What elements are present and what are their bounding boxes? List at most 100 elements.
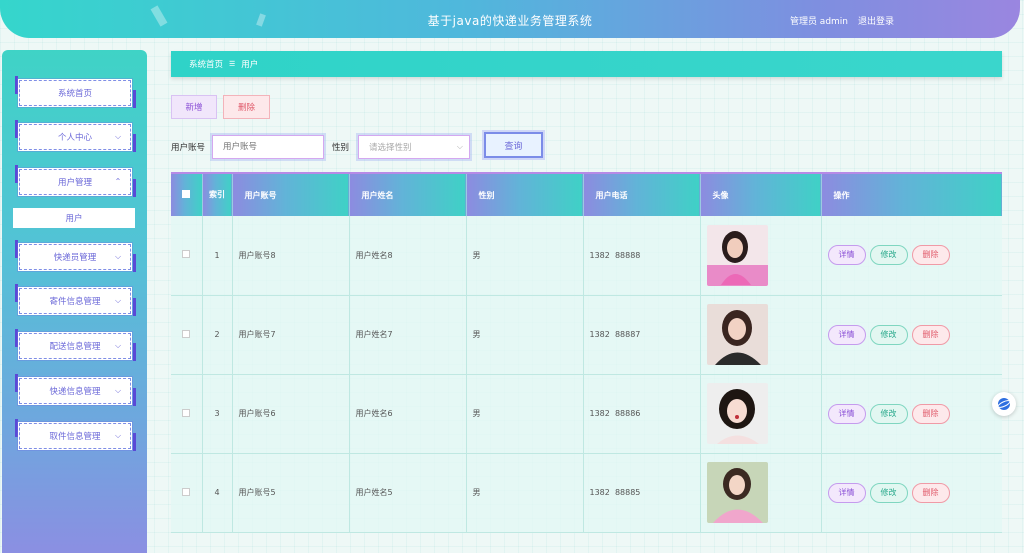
edit-button[interactable]: 修改 xyxy=(869,482,908,503)
table-row: 3 用户账号6 用户姓名6 男 1382 88886 详情 修改 删除 xyxy=(171,374,1002,454)
sidebar-item-courier-management[interactable]: 快递员管理 ⌵ xyxy=(15,238,136,274)
user-table: 索引 用户账号 用户姓名 性别 用户电话 头像 操作 1 用户账号8 用户姓名8… xyxy=(171,172,1002,553)
cell-gender: 男 xyxy=(466,295,584,375)
delete-button[interactable]: 删除 xyxy=(223,95,270,119)
decor-bar xyxy=(133,254,136,272)
logout-link[interactable]: 退出登录 xyxy=(858,14,894,27)
decor-bar xyxy=(15,240,18,258)
breadcrumb-separator-icon: ☰ xyxy=(229,60,236,68)
row-delete-button[interactable]: 删除 xyxy=(911,482,950,503)
chevron-up-icon: ⌃ xyxy=(114,177,122,186)
sidebar-item-label: 寄件信息管理 xyxy=(49,297,101,307)
row-checkbox[interactable] xyxy=(182,408,191,417)
row-delete-button[interactable]: 删除 xyxy=(911,403,950,424)
sidebar-item-label: 快递员管理 xyxy=(53,253,97,263)
cell-actions: 详情 修改 删除 xyxy=(821,216,1002,296)
gender-select[interactable]: 请选择性别 ⌵ xyxy=(358,135,470,159)
cell-name: 用户姓名6 xyxy=(349,374,467,454)
table-row: 1 用户账号8 用户姓名8 男 1382 88888 详情 修改 删除 xyxy=(171,216,1002,296)
detail-button[interactable]: 详情 xyxy=(827,324,866,345)
cell-name: 用户姓名8 xyxy=(349,216,467,296)
detail-button[interactable]: 详情 xyxy=(827,245,866,266)
chevron-down-icon: ⌵ xyxy=(456,142,463,151)
decor-bar xyxy=(133,343,136,361)
column-header-actions: 操作 xyxy=(821,174,1002,216)
cell-account: 用户账号7 xyxy=(232,295,350,375)
sidebar-item-label: 系统首页 xyxy=(57,89,92,99)
gender-label: 性别 xyxy=(332,143,350,153)
sidebar-item-profile[interactable]: 个人中心 ⌵ xyxy=(15,118,136,154)
cell-gender: 男 xyxy=(466,453,584,533)
row-check-cell xyxy=(171,295,203,375)
detail-button[interactable]: 详情 xyxy=(827,403,866,424)
floating-help-button[interactable] xyxy=(992,392,1016,416)
query-button[interactable]: 查询 xyxy=(484,132,543,158)
cell-phone: 1382 88886 xyxy=(583,374,701,454)
row-checkbox[interactable] xyxy=(182,487,191,496)
decor-bar xyxy=(15,329,18,347)
cell-account: 用户账号6 xyxy=(232,374,350,454)
sidebar-item-home[interactable]: 系统首页 xyxy=(15,74,136,110)
cell-actions: 详情 修改 删除 xyxy=(821,295,1002,375)
app-header: 基于java的快递业务管理系统 管理员 admin 退出登录 xyxy=(0,0,1020,38)
add-button[interactable]: 新增 xyxy=(171,95,217,119)
decor-bar xyxy=(133,298,136,316)
row-check-cell xyxy=(171,216,203,296)
account-label: 用户账号 xyxy=(171,143,206,153)
avatar-image xyxy=(706,462,768,523)
cell-avatar xyxy=(700,295,822,375)
cell-phone: 1382 88885 xyxy=(583,453,701,533)
chevron-down-icon: ⌵ xyxy=(114,386,122,395)
edit-button[interactable]: 修改 xyxy=(869,245,908,266)
decor-bar xyxy=(133,433,136,451)
account-search-input[interactable] xyxy=(212,135,324,159)
row-check-cell xyxy=(171,374,203,454)
row-checkbox[interactable] xyxy=(182,329,191,338)
table-row: 4 用户账号5 用户姓名5 男 1382 88885 详情 修改 删除 xyxy=(171,453,1002,533)
cell-name: 用户姓名5 xyxy=(349,453,467,533)
sidebar-item-frame: 系统首页 xyxy=(18,79,132,107)
column-header-phone: 用户电话 xyxy=(583,174,701,216)
row-delete-button[interactable]: 删除 xyxy=(911,324,950,345)
column-header-avatar: 头像 xyxy=(700,174,822,216)
sidebar-item-express-management[interactable]: 快递信息管理 ⌵ xyxy=(15,372,136,408)
select-all-checkbox[interactable] xyxy=(182,190,191,198)
chevron-down-icon: ⌵ xyxy=(114,341,122,350)
breadcrumb: 系统首页 ☰ 用户 xyxy=(171,51,1002,77)
table-row: 2 用户账号7 用户姓名7 男 1382 88887 详情 修改 删除 xyxy=(171,295,1002,375)
decor-bar xyxy=(133,90,136,108)
decor-bar xyxy=(15,419,18,437)
row-checkbox[interactable] xyxy=(182,250,191,259)
breadcrumb-home[interactable]: 系统首页 xyxy=(189,58,223,70)
cell-phone: 1382 88888 xyxy=(583,216,701,296)
edit-button[interactable]: 修改 xyxy=(869,324,908,345)
sidebar-item-delivery-management[interactable]: 配送信息管理 ⌵ xyxy=(15,327,136,363)
cell-avatar xyxy=(700,216,822,296)
edit-button[interactable]: 修改 xyxy=(869,403,908,424)
sidebar-subitem-user[interactable]: 用户 xyxy=(13,208,135,228)
avatar-image xyxy=(706,383,768,444)
sidebar-item-label: 个人中心 xyxy=(57,133,92,143)
cell-account: 用户账号8 xyxy=(232,216,350,296)
sidebar-item-label: 用户管理 xyxy=(57,178,92,188)
sidebar-item-shipment-management[interactable]: 寄件信息管理 ⌵ xyxy=(15,282,136,318)
select-all-cell xyxy=(171,174,203,216)
cell-avatar xyxy=(700,374,822,454)
cell-avatar xyxy=(700,453,822,533)
decor-bar xyxy=(133,388,136,406)
decor-bar xyxy=(15,374,18,392)
decor-bar xyxy=(133,179,136,197)
row-delete-button[interactable]: 删除 xyxy=(911,245,950,266)
avatar-image xyxy=(706,304,768,365)
user-label: 管理员 admin xyxy=(789,17,848,27)
sidebar-item-user-management[interactable]: 用户管理 ⌃ xyxy=(15,163,136,199)
cell-index: 3 xyxy=(202,374,233,454)
cell-index: 1 xyxy=(202,216,233,296)
current-user: 管理员 admin xyxy=(790,14,848,27)
sidebar-item-label: 取件信息管理 xyxy=(49,432,101,442)
avatar-image xyxy=(706,224,768,286)
cell-account: 用户账号5 xyxy=(232,453,350,533)
sidebar-item-pickup-management[interactable]: 取件信息管理 ⌵ xyxy=(15,417,136,453)
detail-button[interactable]: 详情 xyxy=(827,482,866,503)
cell-index: 2 xyxy=(202,295,233,375)
